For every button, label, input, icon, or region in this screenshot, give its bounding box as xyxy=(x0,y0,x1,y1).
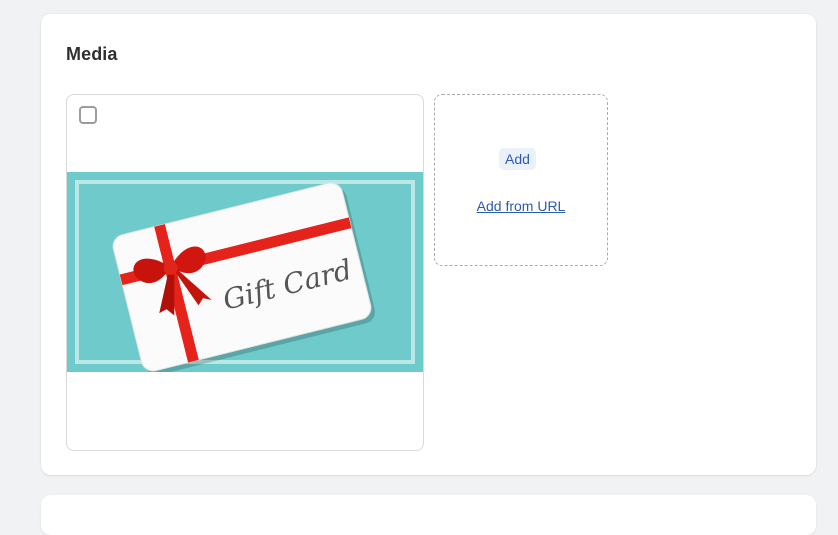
section-title: Media xyxy=(66,44,118,64)
add-media-button[interactable]: Add xyxy=(499,148,536,170)
add-from-url-link[interactable]: Add from URL xyxy=(435,198,607,214)
media-select-checkbox[interactable] xyxy=(79,106,97,124)
media-dropzone[interactable]: Add Add from URL xyxy=(434,94,608,266)
media-item[interactable]: Gift Card xyxy=(66,94,424,451)
media-section-card: Media Gift Card Add Add from URL xyxy=(41,14,816,475)
gift-card-image: Gift Card xyxy=(67,172,423,372)
next-section-card xyxy=(41,495,816,535)
